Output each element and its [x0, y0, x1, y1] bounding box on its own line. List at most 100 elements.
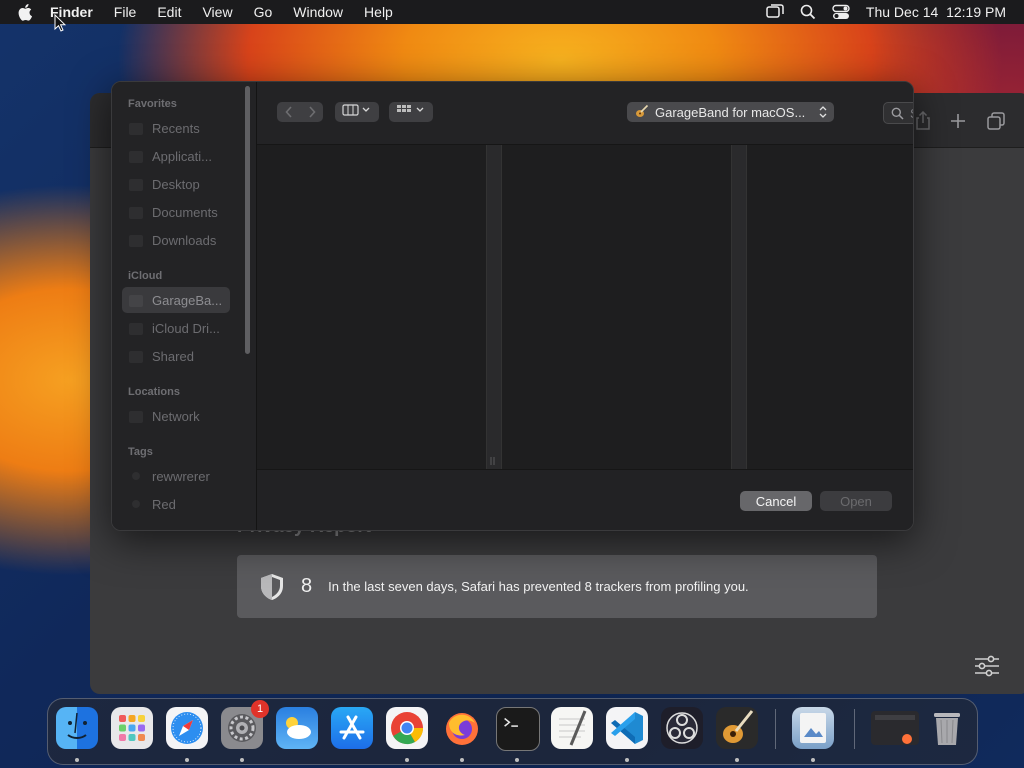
dock-preview-icon[interactable]	[792, 707, 834, 749]
dialog-sidebar: Favorites Recents Applicati... Desktop D…	[112, 82, 257, 530]
control-center-icon[interactable]	[832, 4, 850, 20]
column-view-button[interactable]	[335, 102, 379, 122]
back-forward-buttons	[277, 102, 323, 122]
dock-garageband-icon[interactable]	[716, 707, 758, 749]
menu-window[interactable]: Window	[293, 4, 343, 20]
dock-running-indicator	[405, 758, 409, 762]
menu-help[interactable]: Help	[364, 4, 393, 20]
open-file-dialog: Favorites Recents Applicati... Desktop D…	[111, 81, 914, 531]
share-icon[interactable]	[914, 110, 934, 131]
dock-textedit-icon[interactable]	[551, 707, 593, 749]
dock-trash-icon[interactable]	[926, 707, 968, 749]
new-tab-icon[interactable]	[948, 111, 968, 131]
group-by-button[interactable]	[389, 102, 433, 122]
column-browser	[257, 145, 913, 469]
location-popup-label: GarageBand for macOS...	[655, 104, 806, 120]
search-input[interactable]	[908, 104, 913, 122]
search-icon	[891, 107, 904, 120]
applications-icon	[129, 151, 143, 163]
sidebar-section-favorites: Favorites	[128, 98, 177, 110]
spotlight-search-icon[interactable]	[800, 4, 816, 20]
search-field[interactable]	[883, 102, 913, 124]
dock-separator	[775, 709, 776, 749]
tag-red-dot-icon	[132, 500, 140, 508]
dock-firefox-icon[interactable]	[441, 707, 483, 749]
column-view-icon	[342, 103, 372, 121]
column-divider-1[interactable]	[486, 145, 502, 469]
dock-running-indicator	[811, 758, 815, 762]
sidebar-item-shared[interactable]: Shared	[152, 349, 194, 364]
shield-icon	[259, 573, 285, 601]
dock-obs-icon[interactable]	[661, 707, 703, 749]
dock: 1	[47, 698, 978, 765]
dock-chrome-icon[interactable]	[386, 707, 428, 749]
notification-badge: 1	[251, 700, 269, 718]
dock-vscode-icon[interactable]	[606, 707, 648, 749]
desktop-icon	[129, 179, 143, 191]
dock-safari-icon[interactable]	[166, 707, 208, 749]
mouse-cursor-icon	[54, 13, 67, 37]
dock-running-indicator	[240, 758, 244, 762]
forward-chevron-icon[interactable]	[300, 106, 323, 118]
sidebar-item-recents[interactable]: Recents	[152, 121, 200, 136]
menu-file[interactable]: File	[114, 4, 137, 20]
menu-view[interactable]: View	[202, 4, 232, 20]
cancel-button[interactable]: Cancel	[740, 491, 812, 511]
dock-system-settings-icon[interactable]: 1	[221, 700, 269, 749]
dock-minimized-window-icon[interactable]	[871, 711, 919, 745]
back-chevron-icon[interactable]	[277, 106, 300, 118]
dock-running-indicator	[460, 758, 464, 762]
documents-icon	[129, 207, 143, 219]
tab-overview-icon[interactable]	[986, 111, 1006, 131]
garageband-guitar-icon	[635, 104, 649, 121]
dock-finder-icon[interactable]	[56, 707, 98, 749]
downloads-icon	[129, 235, 143, 247]
column-divider-2[interactable]	[731, 145, 747, 469]
sidebar-item-desktop[interactable]: Desktop	[152, 177, 200, 192]
garageband-folder-icon	[129, 295, 143, 307]
shared-icon	[129, 351, 143, 363]
recents-icon	[129, 123, 143, 135]
dialog-footer: Cancel Open	[257, 469, 913, 530]
dock-running-indicator	[185, 758, 189, 762]
sidebar-item-garageband[interactable]: GarageBa...	[152, 293, 222, 308]
sidebar-scrollbar[interactable]	[245, 86, 250, 354]
location-popup[interactable]: GarageBand for macOS...	[627, 102, 834, 122]
menu-clock[interactable]: Thu Dec 14 12:19 PM	[866, 4, 1006, 20]
sidebar-section-locations: Locations	[128, 386, 180, 398]
dock-terminal-icon[interactable]	[496, 707, 540, 751]
sidebar-item-tag-rewwrerer[interactable]: rewwrerer	[152, 469, 210, 484]
dialog-toolbar: GarageBand for macOS...	[257, 82, 913, 145]
menu-edit[interactable]: Edit	[157, 4, 181, 20]
updown-chevron-icon	[819, 105, 827, 122]
dock-running-indicator	[735, 758, 739, 762]
sidebar-item-network[interactable]: Network	[152, 409, 200, 424]
sidebar-section-tags: Tags	[128, 446, 153, 458]
privacy-report-card[interactable]: 8 In the last seven days, Safari has pre…	[237, 555, 877, 618]
dock-running-indicator	[625, 758, 629, 762]
menu-go[interactable]: Go	[254, 4, 273, 20]
dock-launchpad-icon[interactable]	[111, 707, 153, 749]
apple-menu-icon[interactable]	[18, 3, 36, 21]
tag-dot-icon	[132, 472, 140, 480]
screen-mirroring-icon[interactable]	[766, 4, 784, 20]
customize-start-page-icon[interactable]	[974, 655, 1000, 677]
open-button[interactable]: Open	[820, 491, 892, 511]
network-icon	[129, 411, 143, 423]
tracker-count: 8	[301, 575, 313, 597]
dock-running-indicator	[515, 758, 519, 762]
sidebar-item-documents[interactable]: Documents	[152, 205, 218, 220]
dock-running-indicator	[75, 758, 79, 762]
sidebar-item-tag-red[interactable]: Red	[152, 497, 176, 512]
grid-view-icon	[396, 103, 426, 121]
dock-weather-icon[interactable]	[276, 707, 318, 749]
tracker-message: In the last seven days, Safari has preve…	[328, 579, 749, 594]
sidebar-item-downloads[interactable]: Downloads	[152, 233, 216, 248]
dock-app-store-icon[interactable]	[331, 707, 373, 749]
sidebar-section-icloud: iCloud	[128, 270, 163, 282]
sidebar-item-icloud-drive[interactable]: iCloud Dri...	[152, 321, 220, 336]
menu-bar: Finder File Edit View Go Window Help Thu…	[0, 0, 1024, 24]
dock-separator	[854, 709, 855, 749]
sidebar-item-applications[interactable]: Applicati...	[152, 149, 212, 164]
icloud-drive-icon	[129, 323, 143, 335]
